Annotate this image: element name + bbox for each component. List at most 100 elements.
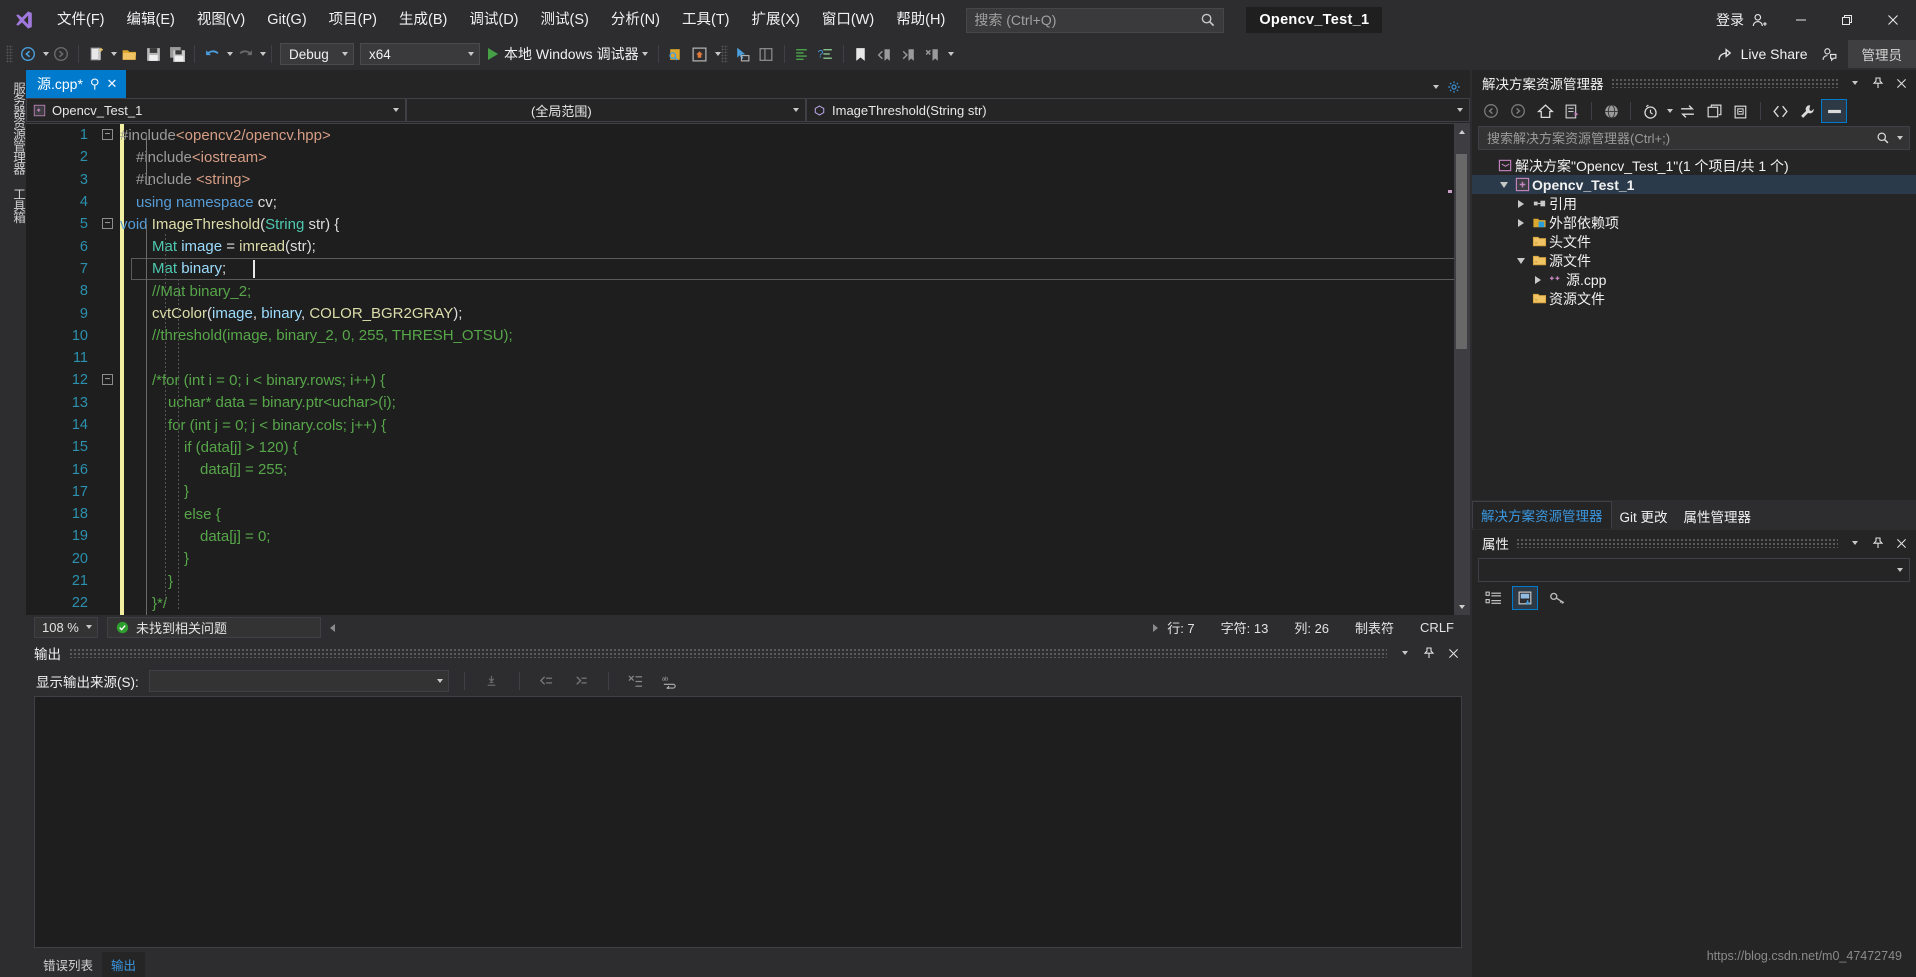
tab-error-list[interactable]: 错误列表 xyxy=(34,952,103,977)
global-search-box[interactable] xyxy=(966,7,1225,33)
feedback-button[interactable] xyxy=(1818,42,1842,66)
properties-pin-button[interactable] xyxy=(1869,533,1886,553)
tree-item-external-dependencies[interactable]: 外部依赖项 xyxy=(1472,213,1916,232)
fold-column[interactable] xyxy=(98,525,120,547)
window-close-button[interactable] xyxy=(1870,0,1916,40)
save-all-button[interactable] xyxy=(165,42,189,66)
fold-column[interactable] xyxy=(98,258,120,280)
tab-git-changes[interactable]: Git 更改 xyxy=(1612,503,1676,529)
clear-bookmarks-button[interactable] xyxy=(921,42,945,66)
fold-column[interactable] xyxy=(98,146,120,168)
navigate-forward-button[interactable] xyxy=(49,42,73,66)
output-panel-pin-button[interactable] xyxy=(1420,643,1437,663)
close-icon[interactable]: ✕ xyxy=(106,76,117,92)
se-show-all-files-button[interactable] xyxy=(1598,99,1624,123)
output-source-combo[interactable] xyxy=(148,670,449,692)
search-options-caret-icon[interactable] xyxy=(1897,136,1903,140)
start-debugging-button[interactable]: 本地 Windows 调试器 xyxy=(483,42,653,66)
solution-configuration-combo[interactable]: Debug xyxy=(280,43,354,65)
fold-column[interactable] xyxy=(98,481,120,503)
toolbar-grip-2[interactable] xyxy=(720,45,728,63)
attach-to-process-button[interactable] xyxy=(664,42,688,66)
scroll-down-arrow-icon[interactable] xyxy=(1454,599,1470,615)
properties-object-combo[interactable] xyxy=(1478,558,1910,582)
se-home-button[interactable] xyxy=(1532,99,1558,123)
code-line[interactable]: 10 //threshold(image, binary_2, 0, 255, T… xyxy=(26,325,1470,347)
output-panel-close-button[interactable] xyxy=(1445,643,1462,663)
window-minimize-button[interactable] xyxy=(1778,0,1824,40)
project-scope-combo[interactable]: Opencv_Test_1 xyxy=(26,98,406,122)
tree-item-project[interactable]: Opencv_Test_1 xyxy=(1472,175,1916,194)
se-back-button[interactable] xyxy=(1478,99,1504,123)
type-scope-combo[interactable]: (全局范围) xyxy=(406,98,806,122)
redo-button[interactable] xyxy=(233,42,257,66)
code-line[interactable]: 9 cvtColor(image, binary, COLOR_BGR2GRAY)… xyxy=(26,302,1470,324)
tab-property-manager[interactable]: 属性管理器 xyxy=(1676,503,1760,529)
se-view-code-button[interactable] xyxy=(1767,99,1793,123)
code-line[interactable]: 4 using namespace cv; xyxy=(26,191,1470,213)
fold-column[interactable] xyxy=(98,436,120,458)
se-forward-button[interactable] xyxy=(1505,99,1531,123)
panel-drag-dots[interactable] xyxy=(1610,78,1838,88)
solution-platform-combo[interactable]: x64 xyxy=(360,43,480,65)
tree-item-references[interactable]: 引用 xyxy=(1472,194,1916,213)
fold-column[interactable]: − xyxy=(98,369,120,391)
properties-alphabetical-button[interactable] xyxy=(1512,586,1538,610)
zoom-level-combo[interactable]: 108 % xyxy=(34,616,98,638)
code-line[interactable]: 8 //Mat binary_2; xyxy=(26,280,1470,302)
tab-output[interactable]: 输出 xyxy=(102,952,146,977)
redo-dropdown-caret-icon[interactable] xyxy=(260,52,266,56)
code-line[interactable]: 2 #include<iostream> xyxy=(26,146,1470,168)
save-button[interactable] xyxy=(141,42,165,66)
fold-column[interactable] xyxy=(98,169,120,191)
menu-extensions[interactable]: 扩展(X) xyxy=(741,6,811,35)
fold-column[interactable] xyxy=(98,458,120,480)
fold-column[interactable] xyxy=(98,414,120,436)
fold-column[interactable]: − xyxy=(98,213,120,235)
tree-item-header-files[interactable]: 头文件 xyxy=(1472,232,1916,251)
document-list-caret-icon[interactable] xyxy=(1433,85,1439,89)
search-input[interactable] xyxy=(974,12,1201,28)
tab-solution-explorer[interactable]: 解决方案资源管理器 xyxy=(1472,501,1612,529)
se-pending-caret-icon[interactable] xyxy=(1667,109,1673,113)
toolbar-overflow-caret-icon[interactable] xyxy=(947,52,954,56)
code-line[interactable]: 22}*/ xyxy=(26,592,1470,614)
se-sync-button[interactable] xyxy=(1674,99,1700,123)
code-line[interactable]: 16 data[j] = 255; xyxy=(26,458,1470,480)
scrollbar-thumb[interactable] xyxy=(1456,154,1467,349)
solution-explorer-search-input[interactable] xyxy=(1487,130,1872,146)
live-share-button[interactable]: Live Share xyxy=(1707,42,1818,66)
code-line[interactable]: 18 else { xyxy=(26,503,1470,525)
go-to-next-message-button[interactable] xyxy=(569,669,593,693)
se-collapse-all-button[interactable] xyxy=(1728,99,1754,123)
menu-tools[interactable]: 工具(T) xyxy=(671,6,741,35)
toggle-bookmark-button[interactable] xyxy=(849,42,873,66)
solution-explorer-menu-button[interactable] xyxy=(1845,73,1862,93)
code-line[interactable]: 13 uchar* data = binary.ptr<uchar>(i); xyxy=(26,392,1470,414)
go-to-previous-message-button[interactable] xyxy=(535,669,559,693)
solution-explorer-tree[interactable]: 解决方案"Opencv_Test_1"(1 个项目/共 1 个) Opencv_T… xyxy=(1472,152,1916,308)
properties-close-button[interactable] xyxy=(1893,533,1910,553)
tree-item-solution[interactable]: 解决方案"Opencv_Test_1"(1 个项目/共 1 个) xyxy=(1472,156,1916,175)
twisty-collapsed-icon[interactable] xyxy=(1529,275,1546,284)
toggle-word-wrap-button[interactable]: ab xyxy=(658,669,682,693)
fold-column[interactable] xyxy=(98,325,120,347)
member-scope-combo[interactable]: ImageThreshold(String str) xyxy=(806,98,1470,122)
code-line[interactable]: 19 data[j] = 0; xyxy=(26,525,1470,547)
menu-build[interactable]: 生成(B) xyxy=(388,6,458,35)
twisty-expanded-icon[interactable] xyxy=(1512,257,1529,264)
code-line[interactable]: 15 if (data[j] > 120) { xyxy=(26,436,1470,458)
fold-column[interactable] xyxy=(98,302,120,324)
panel-drag-dots[interactable] xyxy=(69,648,1387,658)
code-line[interactable]: 21} xyxy=(26,570,1470,592)
fold-column[interactable] xyxy=(98,235,120,257)
undo-button[interactable] xyxy=(200,42,224,66)
menu-edit[interactable]: 编辑(E) xyxy=(116,6,186,35)
hscroll-left-arrow-icon[interactable] xyxy=(329,621,337,636)
menu-view[interactable]: 视图(V) xyxy=(186,6,256,35)
document-tab-source-cpp[interactable]: 源.cpp* ⚲ ✕ xyxy=(26,70,127,98)
twisty-collapsed-icon[interactable] xyxy=(1512,199,1529,208)
navigate-backward-button[interactable] xyxy=(16,42,40,66)
previous-bookmark-button[interactable] xyxy=(873,42,897,66)
code-lines-container[interactable]: 1− #include<opencv2/opencv.hpp> 2 #include<… xyxy=(26,124,1470,615)
